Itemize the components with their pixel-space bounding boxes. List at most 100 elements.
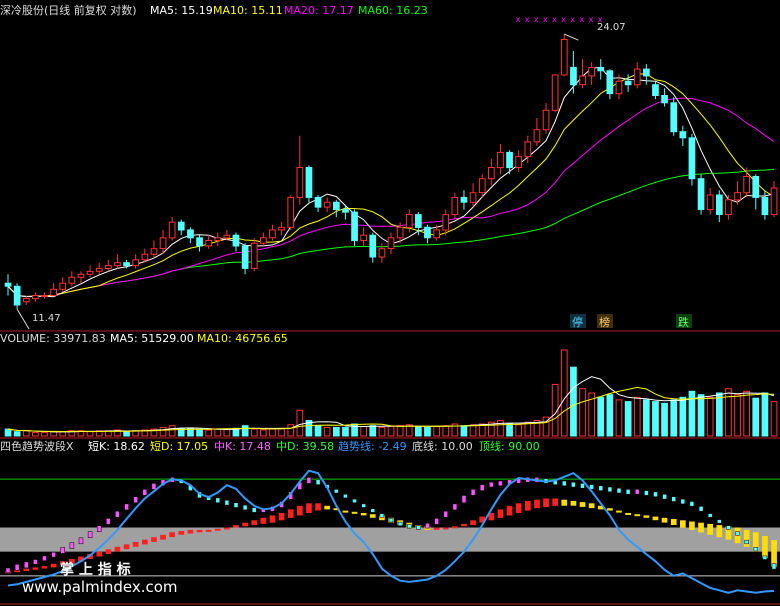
mid-band-bar	[616, 510, 622, 513]
volume-bar	[597, 396, 605, 437]
mid-band-bar	[452, 526, 458, 529]
mid-band-bar	[342, 510, 349, 513]
candle-body	[22, 298, 30, 303]
mid-band-bar	[543, 498, 549, 507]
short-band-bar	[571, 481, 576, 488]
mid-band-bar	[771, 540, 777, 567]
short-band-bar	[425, 523, 430, 529]
candle-body	[177, 221, 185, 231]
low-pointer	[16, 308, 30, 330]
mid-d-label: 中D: 39.58	[276, 440, 334, 453]
volume-bar	[743, 390, 750, 437]
mid-band-bar	[652, 516, 659, 521]
high-price-label: 24.07	[597, 22, 626, 33]
candle-body	[342, 209, 349, 213]
short-band-bar	[306, 477, 312, 484]
short-band-bar	[142, 489, 148, 496]
limit-mark: x	[534, 15, 539, 24]
candle-body	[32, 295, 39, 300]
candle-body	[196, 237, 203, 247]
candle-body	[187, 229, 194, 239]
candle-body	[533, 129, 541, 143]
mid-band-bar	[324, 505, 330, 510]
volume-bar	[697, 394, 705, 437]
short-band-bar	[625, 489, 631, 495]
short-band-bar	[644, 490, 649, 496]
short-band-bar	[726, 525, 731, 530]
candle-body	[86, 270, 94, 275]
volume-bar	[378, 426, 386, 437]
candle-body	[451, 196, 459, 216]
candle-body	[50, 288, 57, 296]
candle-body	[761, 196, 769, 216]
mid-band-bar	[570, 500, 577, 506]
short-band-bar	[133, 496, 138, 503]
bottom-line-label: 底线: 10.00	[412, 439, 473, 453]
candle-body	[688, 137, 696, 180]
short-band-bar	[598, 485, 604, 491]
short-band-bar	[461, 495, 467, 504]
candle-body	[360, 234, 367, 241]
short-band-bar	[51, 552, 56, 558]
ma60-label: MA60: 16.23	[358, 4, 428, 17]
short-band-bar	[671, 496, 676, 502]
mid-band-bar	[224, 527, 230, 530]
short-band-bar	[498, 480, 503, 487]
mid-band-bar	[132, 542, 139, 547]
candle-body	[405, 214, 413, 228]
volume-bar	[168, 425, 176, 437]
mid-band-bar	[369, 514, 376, 518]
candle-body	[497, 151, 504, 169]
mid-band-bar	[278, 513, 285, 521]
volume-bar	[123, 431, 130, 437]
short-band-bar	[96, 525, 102, 532]
short-band-bar	[370, 508, 376, 513]
candle-body	[232, 234, 240, 247]
short-band-bar	[753, 547, 759, 552]
candle-body	[652, 84, 659, 96]
short-band-bar	[616, 487, 622, 494]
candle-body	[524, 141, 532, 158]
candle-body	[369, 234, 377, 258]
candle-body	[287, 196, 295, 228]
volume-bar	[761, 392, 769, 437]
volume-bar	[633, 396, 641, 437]
volume-bar	[314, 425, 322, 437]
volume-bar	[661, 402, 668, 437]
short-band-bar	[452, 503, 458, 511]
candle-body	[260, 237, 267, 244]
volume-bar	[387, 426, 395, 437]
candle-body	[250, 242, 258, 269]
candle-body	[4, 282, 12, 287]
candle-body	[679, 131, 687, 139]
short-band-bar	[60, 547, 65, 554]
volume-bar	[32, 432, 39, 437]
stock-title: 深冷股份(日线 前复权 对数)	[0, 3, 137, 17]
top-line-label: 顶线: 90.00	[479, 439, 540, 453]
candle-body	[697, 178, 705, 210]
candle-body	[323, 201, 331, 208]
mid-band-bar	[251, 520, 258, 526]
mid-band-bar	[269, 515, 276, 523]
short-band-bar	[224, 500, 230, 506]
volume-bar	[560, 349, 568, 437]
tag-die: 跌	[678, 315, 689, 329]
volume-bar	[506, 423, 513, 437]
candle-body	[706, 194, 714, 211]
limit-mark: x	[552, 15, 557, 24]
candle-body	[59, 282, 67, 290]
volume-bar	[196, 429, 203, 437]
candle-body	[68, 276, 76, 284]
mid-band-bar	[680, 520, 686, 528]
short-band-bar	[343, 494, 348, 499]
ma20-label: MA20: 17.17	[284, 4, 354, 17]
volume-bar	[269, 428, 276, 437]
volume-bar	[214, 428, 222, 437]
short-band-bar	[14, 564, 20, 571]
mid-band-bar	[698, 522, 704, 533]
volume-bar	[159, 426, 167, 437]
short-band-bar	[124, 503, 129, 511]
candle-body	[488, 167, 495, 180]
short-band-bar	[115, 510, 120, 518]
candle-body	[643, 68, 650, 77]
